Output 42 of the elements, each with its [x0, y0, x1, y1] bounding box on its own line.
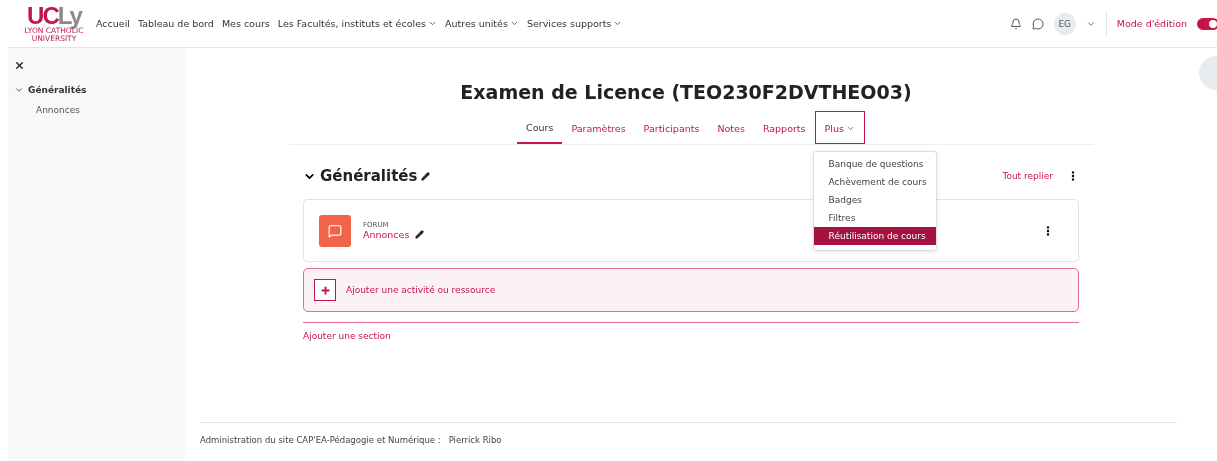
sidebar-section[interactable]: Généralités [14, 85, 179, 95]
tab[interactable]: Plus [814, 111, 865, 144]
logo-wordmark: UCLy [27, 4, 81, 27]
tab[interactable]: Participants [634, 111, 709, 144]
footer-text: Administration du site CAP'EA-Pédagogie et Numérique : [200, 435, 441, 445]
add-activity-label: Ajouter une activité ou ressource [346, 285, 496, 295]
menu-item[interactable]: Badges [813, 191, 936, 209]
tab[interactable]: Notes [708, 111, 754, 144]
edit-icon[interactable] [421, 171, 431, 181]
nav-link[interactable]: Services supports [526, 18, 623, 29]
chevron-icon [14, 85, 24, 95]
tab[interactable]: Cours [517, 111, 563, 144]
plus-icon [319, 284, 331, 296]
close-icon[interactable] [14, 60, 25, 71]
course-title: Examen de Licence (TEO230F2DVTHEO03) [460, 81, 912, 103]
notification-icon[interactable] [1009, 17, 1022, 30]
nav-link[interactable]: Accueil [96, 18, 130, 29]
activity-link[interactable]: Annonces [363, 229, 410, 240]
messages-icon[interactable] [1031, 17, 1044, 30]
section-title: Généralités [320, 167, 418, 185]
sidebar-item[interactable]: Annonces [14, 105, 179, 115]
menu-item[interactable]: Filtres [813, 209, 936, 227]
add-button[interactable] [314, 279, 336, 301]
nav-link[interactable]: Les Facultés, instituts et écoles [277, 18, 437, 29]
nav-link[interactable]: Autres unités [444, 18, 519, 29]
tab[interactable]: Paramètres [562, 111, 635, 144]
nav-link[interactable]: Mes cours [221, 18, 270, 29]
collapse-all-link[interactable]: Tout replier [1002, 171, 1053, 181]
forum-icon [319, 214, 351, 247]
edit-mode-switch[interactable] [1197, 17, 1217, 30]
menu-item[interactable]: Achèvement de cours [813, 173, 936, 191]
add-activity-panel[interactable]: Ajouter une activité ou ressource [303, 268, 1079, 312]
edit-mode-label: Mode d'édition [1116, 18, 1187, 29]
add-section-link[interactable]: Ajouter une section [303, 331, 1079, 341]
menu-item[interactable]: Réutilisation de cours [813, 227, 936, 245]
edit-icon[interactable] [415, 230, 425, 239]
user-avatar[interactable]: EG [1053, 12, 1076, 35]
menu-item[interactable]: Banque de questions [813, 155, 936, 173]
tab[interactable]: Rapports [753, 111, 815, 144]
nav-link[interactable]: Tableau de bord [137, 18, 214, 29]
admin-link[interactable]: Pierrick Ribo [448, 435, 502, 445]
sidebar-section-label: Généralités [28, 85, 87, 95]
